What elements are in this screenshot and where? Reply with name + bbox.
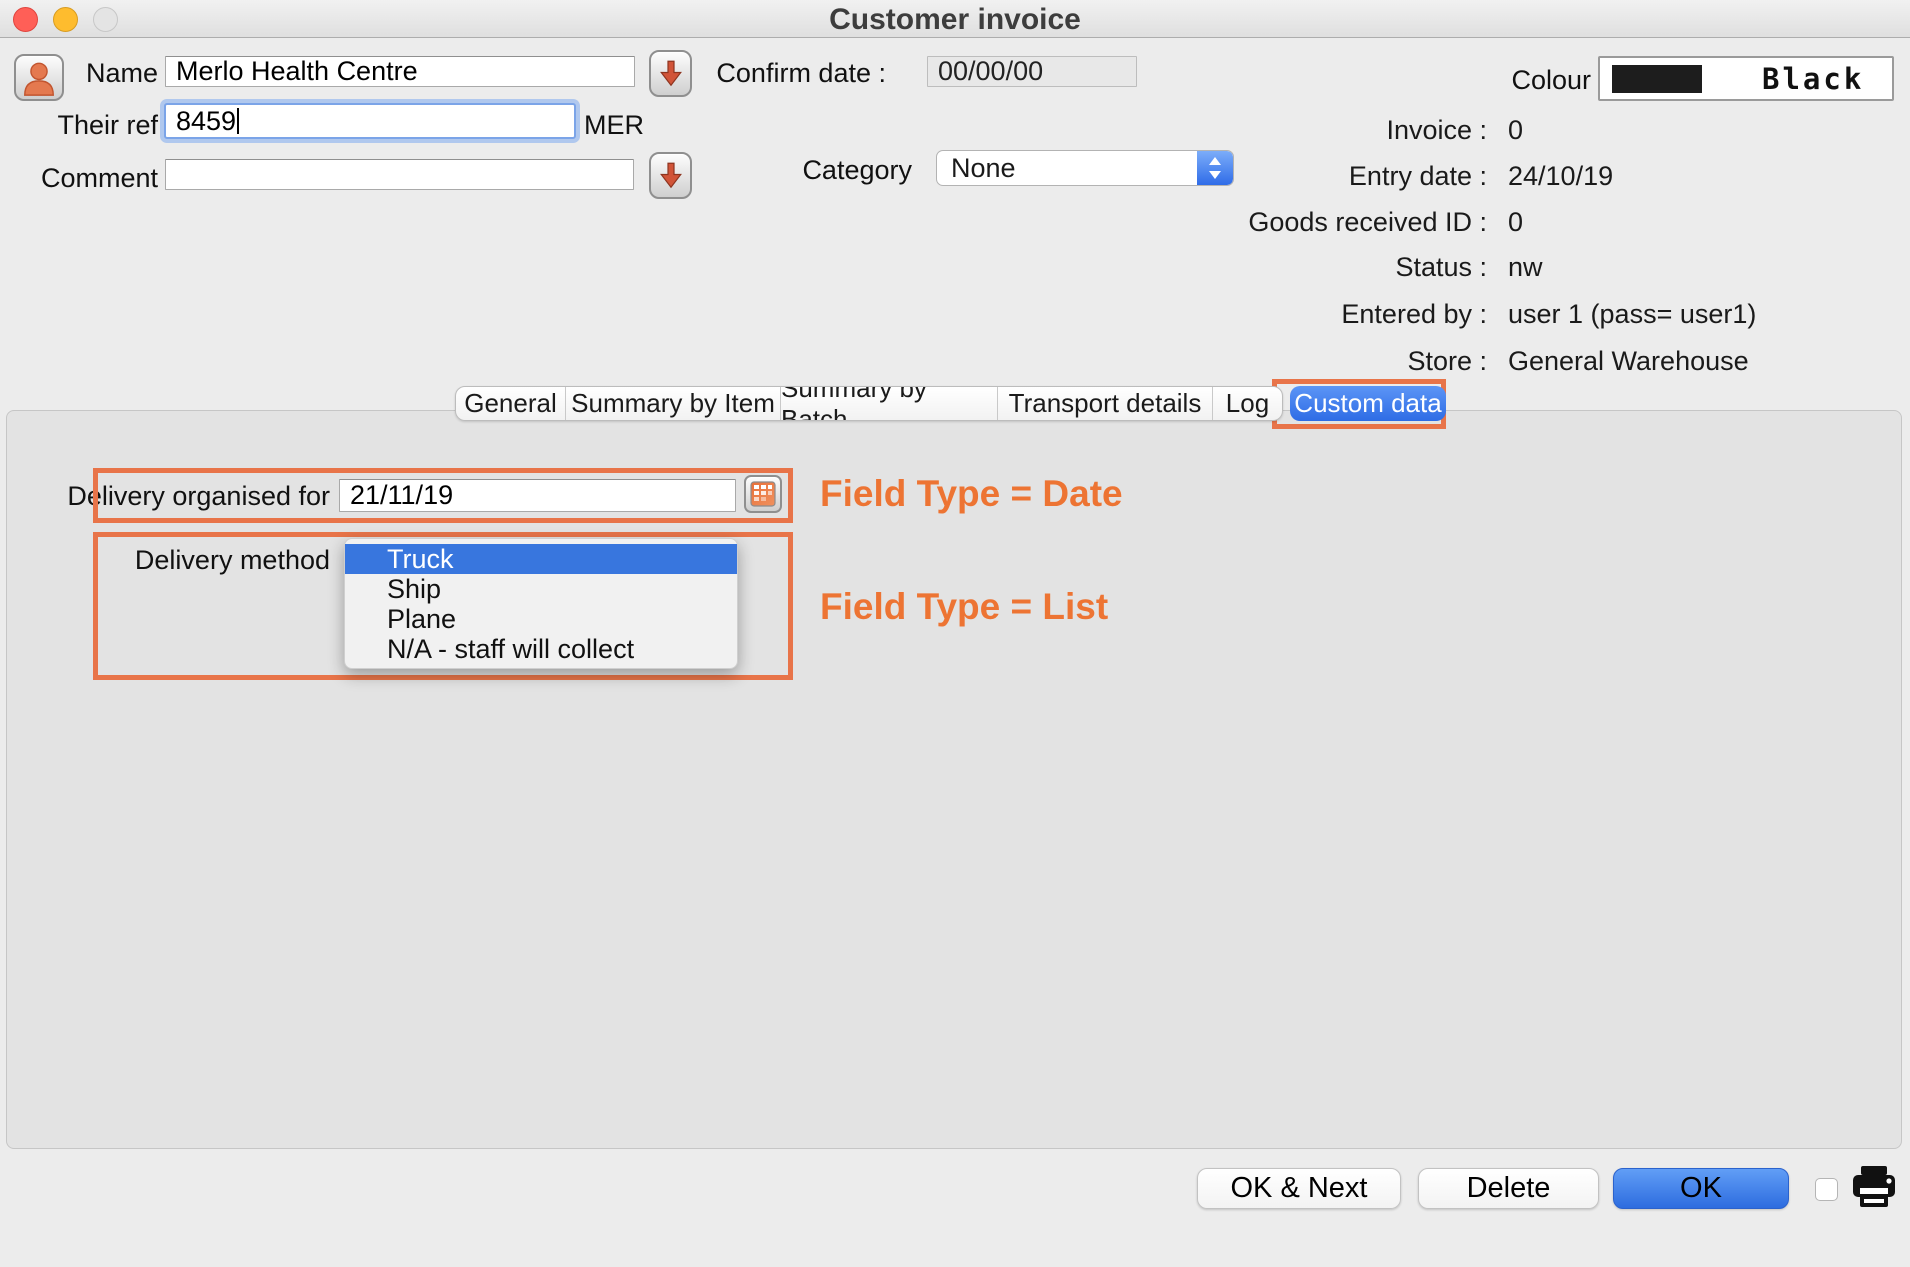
info-row-status: Status : nw xyxy=(1100,252,1800,282)
confirm-date-value: 00/00/00 xyxy=(938,56,1043,87)
colour-name: Black xyxy=(1762,62,1864,96)
ok-and-next-button[interactable]: OK & Next xyxy=(1197,1168,1401,1209)
dropdown-option-na[interactable]: N/A - staff will collect xyxy=(345,634,737,664)
comment-input[interactable] xyxy=(165,159,634,190)
name-label: Name xyxy=(86,58,158,89)
tab-general[interactable]: General xyxy=(456,387,566,420)
name-lookup-button[interactable] xyxy=(649,50,692,97)
invoice-label: Invoice : xyxy=(1386,115,1487,146)
status-value: nw xyxy=(1508,252,1543,283)
goods-received-label: Goods received ID : xyxy=(1248,207,1487,238)
confirm-date-label: Confirm date : xyxy=(716,58,886,89)
entry-date-label: Entry date : xyxy=(1349,161,1487,192)
info-row-store: Store : General Warehouse xyxy=(1100,346,1800,376)
colour-swatch xyxy=(1612,65,1702,93)
their-ref-label: Their ref xyxy=(57,110,158,141)
category-label: Category xyxy=(802,155,912,186)
their-ref-value: 8459 xyxy=(176,106,236,137)
calendar-button[interactable] xyxy=(744,475,782,513)
red-down-arrow-icon xyxy=(656,57,686,91)
store-value: General Warehouse xyxy=(1508,346,1749,377)
info-row-goods-received: Goods received ID : 0 xyxy=(1100,207,1800,237)
customer-button[interactable] xyxy=(14,54,64,101)
tab-summary-by-batch[interactable]: Summary by Batch xyxy=(781,387,998,420)
entered-by-value: user 1 (pass= user1) xyxy=(1508,299,1756,330)
confirm-date-field: 00/00/00 xyxy=(927,56,1137,87)
print-button[interactable] xyxy=(1850,1164,1898,1215)
dropdown-option-plane[interactable]: Plane xyxy=(345,604,737,634)
window-title: Customer invoice xyxy=(0,4,1910,36)
person-icon xyxy=(20,59,58,97)
name-value: Merlo Health Centre xyxy=(176,56,418,87)
tab-bar: General Summary by Item Summary by Batch… xyxy=(455,386,1446,421)
delete-button[interactable]: Delete xyxy=(1418,1168,1599,1209)
their-ref-input[interactable]: 8459 xyxy=(164,103,576,139)
comment-expand-button[interactable] xyxy=(649,152,692,199)
ok-button[interactable]: OK xyxy=(1613,1168,1789,1209)
goods-received-value: 0 xyxy=(1508,207,1523,238)
colour-picker[interactable]: Black xyxy=(1598,56,1894,101)
name-code-label: MER xyxy=(584,110,644,141)
tab-group: General Summary by Item Summary by Batch… xyxy=(455,386,1283,421)
comment-label: Comment xyxy=(41,163,158,194)
delivery-method-dropdown: Truck Ship Plane N/A - staff will collec… xyxy=(344,538,738,669)
field-type-date-annotation: Field Type = Date xyxy=(820,473,1123,515)
status-label: Status : xyxy=(1395,252,1487,283)
dropdown-option-truck[interactable]: Truck xyxy=(345,544,737,574)
colour-label: Colour xyxy=(1511,65,1591,96)
tab-custom-data[interactable]: Custom data xyxy=(1290,386,1446,421)
text-caret xyxy=(237,108,239,134)
info-row-entered-by: Entered by : user 1 (pass= user1) xyxy=(1100,299,1800,329)
dropdown-option-ship[interactable]: Ship xyxy=(345,574,737,604)
store-label: Store : xyxy=(1407,346,1487,377)
entered-by-label: Entered by : xyxy=(1341,299,1487,330)
invoice-value: 0 xyxy=(1508,115,1523,146)
field-type-list-annotation: Field Type = List xyxy=(820,586,1108,628)
info-row-entry-date: Entry date : 24/10/19 xyxy=(1100,161,1800,191)
tab-log[interactable]: Log xyxy=(1213,387,1282,420)
tab-summary-by-item[interactable]: Summary by Item xyxy=(566,387,781,420)
info-row-invoice: Invoice : 0 xyxy=(1100,115,1800,145)
calendar-icon xyxy=(750,481,776,507)
date-field-annotation-box xyxy=(93,468,793,523)
red-down-arrow-icon xyxy=(656,159,686,193)
name-input[interactable]: Merlo Health Centre xyxy=(165,56,635,87)
entry-date-value: 24/10/19 xyxy=(1508,161,1613,192)
print-checkbox[interactable] xyxy=(1815,1178,1838,1201)
tab-transport-details[interactable]: Transport details xyxy=(998,387,1213,420)
printer-icon xyxy=(1850,1164,1898,1210)
